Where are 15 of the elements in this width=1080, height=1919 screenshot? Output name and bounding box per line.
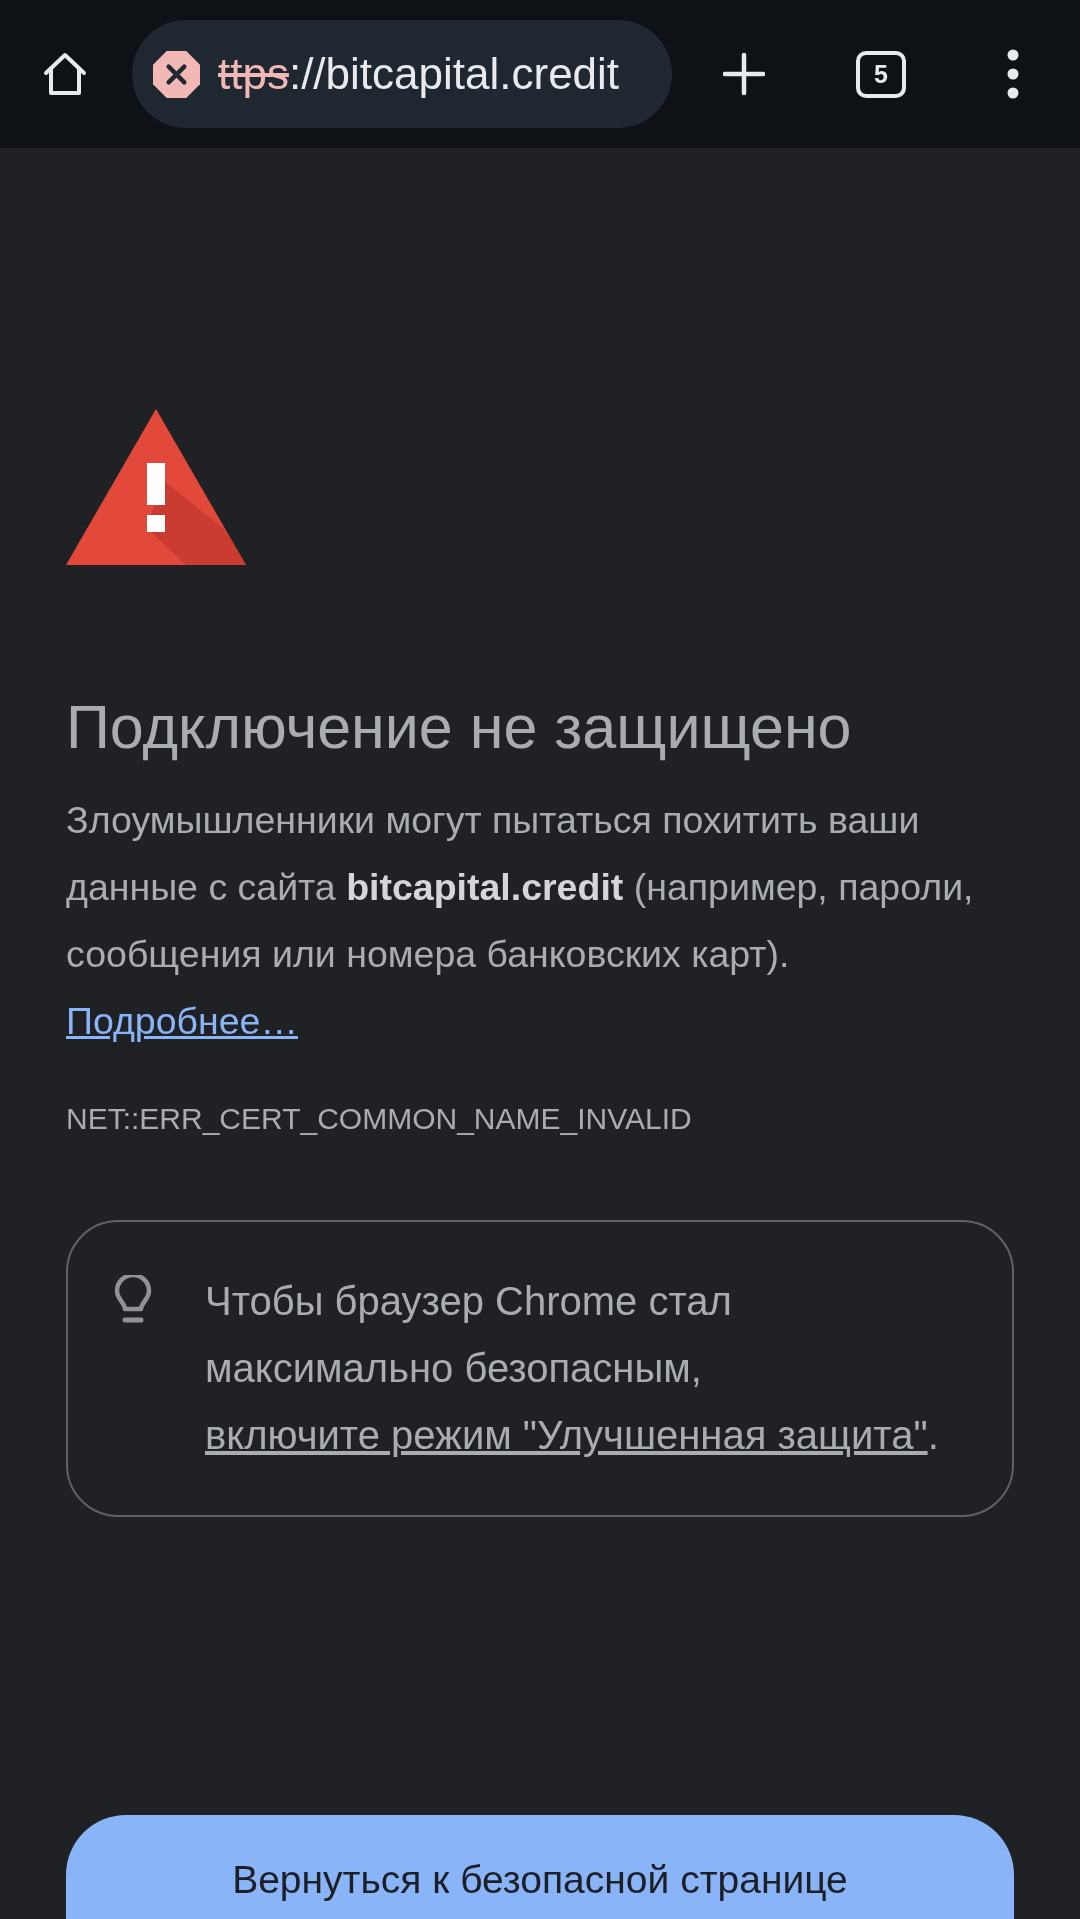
- plus-icon[interactable]: [723, 53, 765, 95]
- url-text: ttps://bitcapital.credit: [218, 49, 620, 99]
- error-code: NET::ERR_CERT_COMMON_NAME_INVALID: [66, 1101, 692, 1137]
- address-bar[interactable]: ttps://bitcapital.credit: [132, 20, 672, 128]
- page-heading: Подключение не защищено: [66, 694, 852, 761]
- home-icon[interactable]: [42, 51, 88, 97]
- enhanced-protection-link[interactable]: включите режим "Улучшенная защита": [205, 1413, 928, 1457]
- tab-count-button[interactable]: 5: [856, 50, 906, 98]
- more-menu-icon[interactable]: [1007, 49, 1019, 99]
- description-text: Злоумышленники могут пытаться похитить ваши данные с сайта bitcapital.credit (например, пароли, сообщения или номера банковских карт).: [66, 798, 975, 977]
- hint-text: Чтобы браузер Chrome стал максимально безопасным, включите режим "Улучшенная защита".: [205, 1278, 940, 1459]
- back-to-safety-button[interactable]: Вернуться к безопасной странице: [66, 1815, 1014, 1919]
- warning-icon: [66, 409, 246, 565]
- x-octagon-icon[interactable]: [153, 50, 200, 98]
- details-link[interactable]: Подробнее…: [66, 988, 298, 1055]
